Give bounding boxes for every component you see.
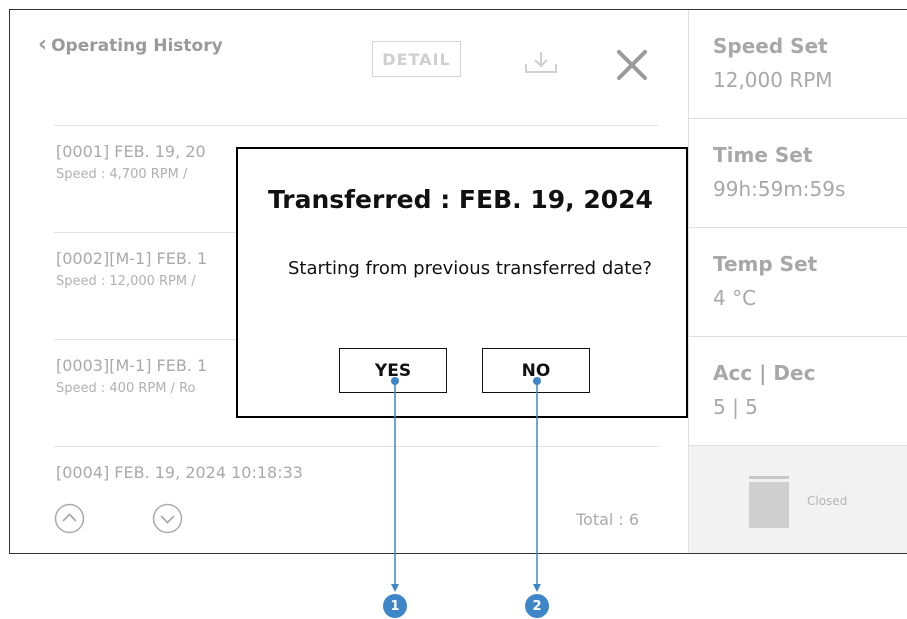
temp-value: 4 °C [713, 286, 757, 310]
detail-button[interactable]: DETAIL [372, 41, 461, 77]
row-title: [0004] FEB. 19, 2024 10:18:33 [56, 463, 303, 482]
download-icon[interactable] [524, 50, 558, 74]
speed-card: Speed Set 12,000 RPM [689, 10, 907, 119]
time-value: 99h:59m:59s [713, 177, 846, 201]
dialog-message: Starting from previous transferred date? [288, 258, 652, 279]
speed-value: 12,000 RPM [713, 68, 833, 92]
no-button[interactable]: NO [482, 348, 590, 393]
transfer-dialog: Transferred : FEB. 19, 2024 Starting fro… [236, 147, 688, 418]
list-item[interactable]: [0004] FEB. 19, 2024 10:18:33 [54, 446, 659, 553]
temp-card: Temp Set 4 °C [689, 228, 907, 337]
accdec-label: Acc | Dec [713, 361, 816, 385]
back-label: Operating History [51, 36, 223, 56]
status-panel: Speed Set 12,000 RPM Time Set 99h:59m:59… [688, 10, 907, 553]
yes-button[interactable]: YES [339, 348, 447, 393]
temp-label: Temp Set [713, 252, 818, 276]
speed-label: Speed Set [713, 34, 828, 58]
chevron-left-icon: ‹ [38, 32, 48, 57]
door-closed-icon [749, 476, 789, 528]
door-label: Closed [807, 494, 848, 508]
time-label: Time Set [713, 143, 813, 167]
dialog-title: Transferred : FEB. 19, 2024 [268, 185, 653, 214]
scroll-up-icon[interactable] [54, 503, 85, 534]
total-count: Total : 6 [576, 510, 640, 529]
time-card: Time Set 99h:59m:59s [689, 119, 907, 228]
accdec-value: 5 | 5 [713, 395, 758, 419]
callout-badge-2: 2 [525, 594, 549, 618]
scroll-down-icon[interactable] [152, 503, 183, 534]
door-status: Closed [689, 446, 907, 553]
back-button[interactable]: ‹ Operating History [38, 32, 223, 57]
callout-badge-1: 1 [383, 594, 407, 618]
close-icon[interactable] [615, 48, 649, 82]
accdec-card: Acc | Dec 5 | 5 [689, 337, 907, 446]
